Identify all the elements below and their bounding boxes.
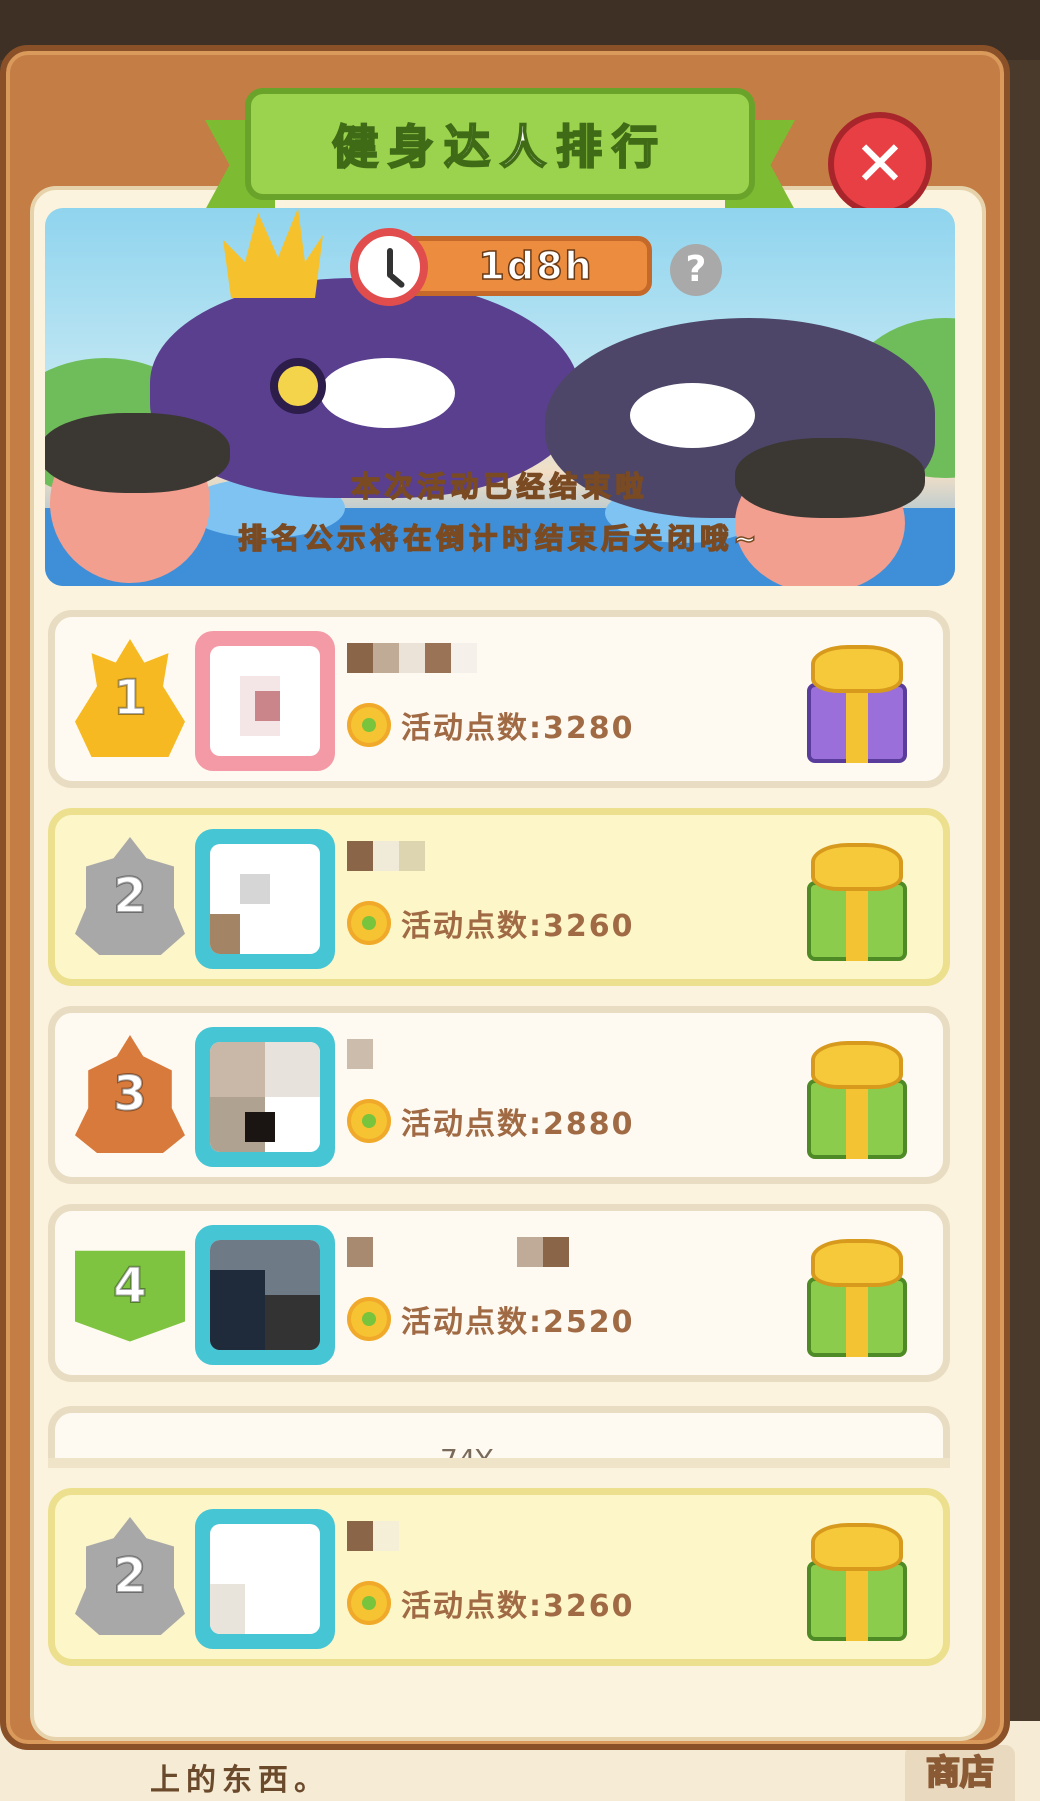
event-ended-line-1: 本次活动已经结束啦: [351, 469, 649, 504]
avatar-image: [210, 1524, 320, 1634]
avatar-image: [210, 844, 320, 954]
rank-number: 3: [112, 1065, 147, 1123]
score: 活动点数:3260: [347, 901, 635, 945]
orca-belly: [320, 358, 455, 428]
rank-number: 2: [112, 867, 147, 925]
shop-button[interactable]: 商店: [905, 1745, 1015, 1801]
rank-gold-crown-icon: 1: [75, 639, 185, 757]
rank-number: 1: [112, 669, 147, 727]
my-rank-row[interactable]: 2 活动点数:3260: [48, 1488, 950, 1666]
score-label: 活动点数:3260: [401, 1589, 635, 1624]
score: 活动点数:2880: [347, 1099, 635, 1143]
rank-silver-icon: 2: [75, 837, 185, 955]
flower-points-icon: [347, 901, 391, 945]
help-icon[interactable]: ?: [670, 244, 722, 296]
reward-gift-green-icon[interactable]: [801, 835, 913, 963]
rank-flag-icon: 4: [75, 1250, 185, 1342]
countdown-timer: 1d8h: [350, 228, 652, 306]
avatar-image: [210, 1240, 320, 1350]
avatar[interactable]: [195, 1027, 335, 1167]
player-name-obscured: [347, 643, 647, 677]
score-label: 活动点数:3280: [401, 711, 635, 746]
orca-belly: [630, 383, 755, 448]
flower-points-icon: [347, 1581, 391, 1625]
event-ended-line-2: 排名公示将在倒计时结束后关闭哦~: [238, 521, 762, 556]
player-name-obscured: [347, 1521, 647, 1555]
timer-bar: 1d8h: [390, 236, 652, 296]
close-button[interactable]: ✕: [828, 112, 932, 216]
avatar-image: [210, 646, 320, 756]
reward-gift-green-icon[interactable]: [801, 1231, 913, 1359]
score-label: 活动点数:3260: [401, 909, 635, 944]
score: 活动点数:3260: [347, 1581, 635, 1625]
score-label: 活动点数:2880: [401, 1107, 635, 1142]
flower-points-icon: [347, 1099, 391, 1143]
crown-icon: [223, 208, 323, 298]
rank-number: 2: [112, 1547, 147, 1605]
reward-gift-purple-icon[interactable]: [801, 637, 913, 765]
score: 活动点数:3280: [347, 703, 635, 747]
rank-bronze-icon: 3: [75, 1035, 185, 1153]
leaderboard-row[interactable]: 4 活动点数:2520: [48, 1204, 950, 1382]
leaderboard-row[interactable]: 3 活动点数:2880: [48, 1006, 950, 1184]
title-plate: 健身达人排行: [245, 88, 755, 200]
orca-eye: [270, 358, 326, 414]
event-ended-message: 本次活动已经结束啦 排名公示将在倒计时结束后关闭哦~: [45, 461, 955, 565]
page-title: 健身达人排行: [331, 119, 668, 175]
player-name-obscured: [347, 841, 647, 875]
avatar[interactable]: [195, 1225, 335, 1365]
leaderboard-row[interactable]: 1 活动点数:3280: [48, 610, 950, 788]
avatar[interactable]: [195, 1509, 335, 1649]
score-label: 活动点数:2520: [401, 1305, 635, 1340]
rank-silver-icon: 2: [75, 1517, 185, 1635]
list-scroll-edge: [48, 1458, 950, 1468]
background-dialog-text: 上的东西。: [150, 1763, 330, 1798]
reward-gift-green-icon[interactable]: [801, 1033, 913, 1161]
clock-icon: [350, 228, 428, 306]
player-name-obscured: [347, 1039, 647, 1073]
avatar[interactable]: [195, 829, 335, 969]
flower-points-icon: [347, 1297, 391, 1341]
avatar-image: [210, 1042, 320, 1152]
leaderboard-row-partial[interactable]: 74Y: [48, 1406, 950, 1466]
flower-points-icon: [347, 703, 391, 747]
close-icon: ✕: [854, 127, 906, 200]
reward-gift-green-icon[interactable]: [801, 1515, 913, 1643]
rank-number: 4: [112, 1257, 147, 1315]
timer-value: 1d8h: [478, 243, 594, 289]
score: 活动点数:2520: [347, 1297, 635, 1341]
leaderboard-row[interactable]: 2 活动点数:3260: [48, 808, 950, 986]
player-name-obscured: [347, 1237, 647, 1271]
avatar[interactable]: [195, 631, 335, 771]
